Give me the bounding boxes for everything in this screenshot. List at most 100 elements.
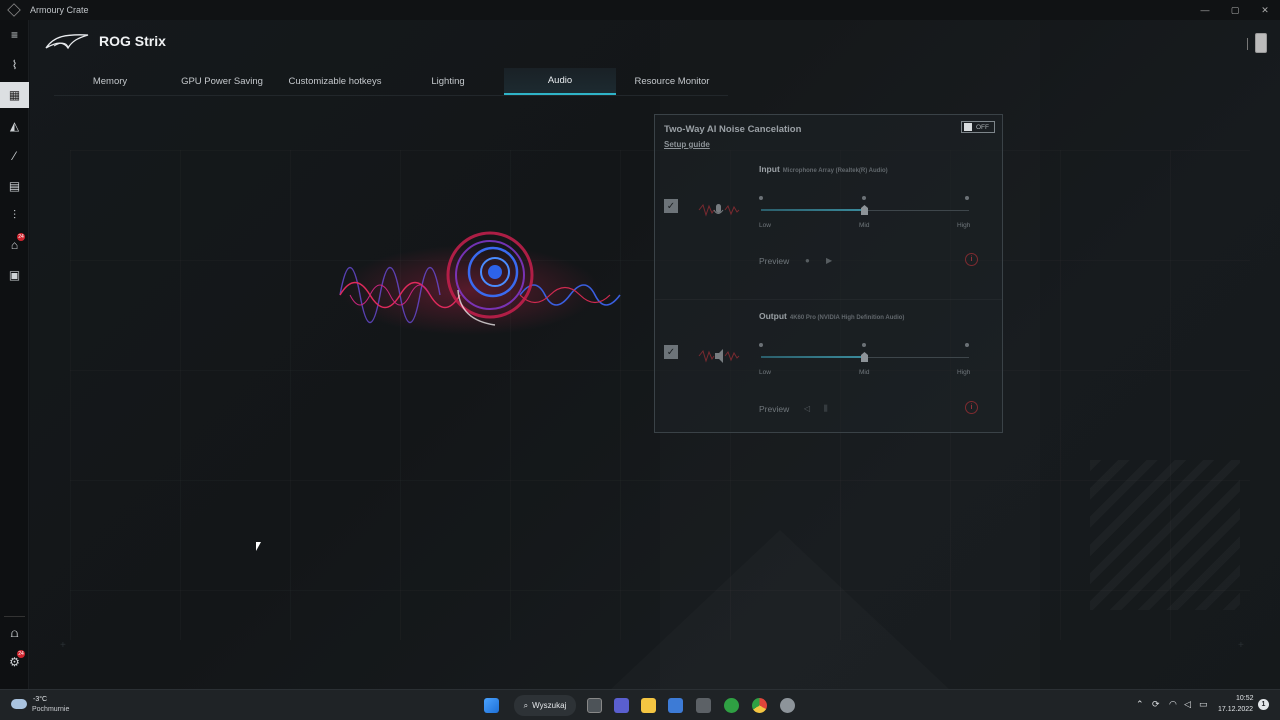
slider-label-low: Low bbox=[759, 369, 771, 376]
rog-logo-icon bbox=[45, 34, 89, 50]
app-name: ROG Strix bbox=[99, 33, 166, 49]
section-divider bbox=[655, 299, 1002, 300]
slider-tick-mid bbox=[862, 196, 866, 200]
slider-label-low: Low bbox=[759, 222, 771, 229]
output-label-row: Output 4K60 Pro (NVIDIA High Definition A… bbox=[759, 311, 904, 321]
search-label: Wyszukaj bbox=[532, 701, 567, 710]
weather-cloud-icon[interactable] bbox=[11, 699, 27, 709]
settings-taskbar-icon[interactable] bbox=[780, 698, 795, 713]
input-info-icon[interactable]: i bbox=[965, 253, 978, 266]
deals-tag-icon[interactable]: ⌂ 24 bbox=[0, 232, 29, 258]
maximize-button[interactable]: ▢ bbox=[1220, 0, 1250, 20]
wifi-icon[interactable]: ◠ bbox=[1169, 699, 1177, 710]
game-library-icon[interactable]: ▤ bbox=[0, 173, 29, 199]
output-label: Output bbox=[759, 311, 787, 321]
tab-memory[interactable]: Memory bbox=[54, 68, 166, 95]
sidebar-glyph: ≡ bbox=[10, 28, 18, 42]
volume-icon[interactable]: ◁ bbox=[1184, 699, 1191, 710]
input-checkbox[interactable]: ✓ bbox=[664, 199, 678, 213]
slider-label-mid: Mid bbox=[859, 222, 870, 229]
noise-cancelation-panel: Two-Way AI Noise Cancelation Setup guide… bbox=[654, 114, 1003, 433]
tab-resource-monitor[interactable]: Resource Monitor bbox=[616, 68, 728, 95]
xbox-icon[interactable] bbox=[724, 698, 739, 713]
settings-badge: 24 bbox=[17, 650, 25, 658]
slider-tick-low bbox=[759, 343, 763, 347]
armoury-crate-app-icon bbox=[7, 3, 21, 17]
slider-thumb[interactable] bbox=[861, 205, 868, 215]
tab-gpu-power-saving[interactable]: GPU Power Saving bbox=[166, 68, 278, 95]
sidebar-glyph: ⩍ bbox=[10, 625, 19, 640]
corner-mark: + bbox=[1238, 640, 1244, 651]
input-preview-play-icon[interactable]: ▶ bbox=[826, 256, 832, 265]
settings-gear-icon[interactable]: ⚙ 24 bbox=[0, 649, 29, 675]
corner-mark: + bbox=[60, 640, 66, 651]
tray-overflow-chevron-icon[interactable]: ⌃ bbox=[1136, 699, 1144, 710]
input-preview-mic-icon[interactable]: ● bbox=[805, 256, 810, 265]
window-controls: — ▢ ✕ bbox=[1190, 0, 1280, 20]
sidebar-glyph: ⌂ bbox=[10, 238, 19, 252]
background-triangle bbox=[610, 530, 950, 689]
battery-icon[interactable]: ▭ bbox=[1199, 699, 1208, 710]
sidebar: ≡ ⌇ ▦ ◭ ⁄ ▤ ⫶ ⌂ 24 ▣ ⩍ ⚙ 24 bbox=[0, 20, 29, 689]
rog-home-icon[interactable]: ⌇ bbox=[0, 52, 29, 78]
setup-guide-link[interactable]: Setup guide bbox=[664, 140, 710, 149]
output-level-slider[interactable]: Low Mid High bbox=[759, 343, 971, 383]
sidebar-divider bbox=[4, 616, 25, 617]
sidebar-glyph: ▣ bbox=[8, 268, 21, 282]
slider-thumb[interactable] bbox=[861, 352, 868, 362]
teams-chat-icon[interactable] bbox=[614, 698, 629, 713]
minimize-button[interactable]: — bbox=[1190, 0, 1220, 20]
sidebar-glyph: ⌇ bbox=[11, 58, 18, 72]
output-preview-label: Preview bbox=[759, 404, 790, 414]
sidebar-glyph: ⁄ bbox=[13, 149, 16, 163]
scenario-profiles-icon[interactable]: ⫶ bbox=[0, 202, 29, 228]
input-label-row: Input Microphone Array (Realtek(R) Audio) bbox=[759, 164, 888, 174]
chrome-icon[interactable] bbox=[752, 698, 767, 713]
output-checkbox[interactable]: ✓ bbox=[664, 345, 678, 359]
news-icon[interactable]: ▣ bbox=[0, 262, 29, 288]
aura-sync-icon[interactable]: ◭ bbox=[0, 113, 29, 139]
notification-badge[interactable]: 1 bbox=[1258, 699, 1269, 710]
panel-title: Two-Way AI Noise Cancelation bbox=[664, 124, 802, 135]
sidebar-glyph: ▤ bbox=[8, 179, 21, 193]
weather-temperature: -3°C bbox=[33, 696, 48, 703]
microsoft-store-icon[interactable] bbox=[668, 698, 683, 713]
armoury-crate-taskbar-icon[interactable] bbox=[696, 698, 711, 713]
background-stripes bbox=[1090, 460, 1240, 610]
output-info-icon[interactable]: i bbox=[965, 401, 978, 414]
task-view-icon[interactable] bbox=[587, 698, 602, 713]
device-phone-icon[interactable] bbox=[1255, 33, 1267, 53]
hamburger-menu-icon[interactable]: ≡ bbox=[0, 22, 29, 48]
slider-fill bbox=[761, 356, 865, 358]
output-preview-speaker-icon[interactable]: ◁ bbox=[804, 404, 810, 413]
noise-cancel-toggle[interactable]: OFF bbox=[961, 121, 995, 133]
output-device-name: 4K60 Pro (NVIDIA High Definition Audio) bbox=[789, 315, 905, 321]
windows-start-icon[interactable] bbox=[484, 698, 499, 713]
tab-audio[interactable]: Audio bbox=[504, 68, 616, 95]
slider-tick-high bbox=[965, 343, 969, 347]
tab-lighting[interactable]: Lighting bbox=[392, 68, 504, 95]
keyboard-device-icon[interactable]: ▦ bbox=[0, 82, 29, 108]
taskbar-search-button[interactable]: ⌕ Wyszukaj bbox=[514, 695, 576, 716]
input-device-name: Microphone Array (Realtek(R) Audio) bbox=[782, 168, 888, 174]
slider-label-high: High bbox=[957, 222, 971, 229]
file-explorer-icon[interactable] bbox=[641, 698, 656, 713]
slider-label-high: High bbox=[957, 369, 971, 376]
output-preview-stop-icon[interactable]: ⫼ bbox=[824, 404, 828, 414]
clock-date[interactable]: 17.12.2022 bbox=[1218, 706, 1253, 713]
user-center-icon[interactable]: ⩍ bbox=[0, 620, 29, 646]
input-level-slider[interactable]: Low Mid High bbox=[759, 196, 971, 236]
armoury-slash-icon[interactable]: ⁄ bbox=[0, 143, 29, 169]
sidebar-glyph: ◭ bbox=[9, 119, 20, 133]
windows-taskbar: -3°C Pochmurnie ⌕ Wyszukaj ⌃ ⟳ ◠ ◁ ▭ 10:… bbox=[0, 689, 1280, 720]
tray-sync-icon[interactable]: ⟳ bbox=[1152, 699, 1160, 710]
clock-time[interactable]: 10:52 bbox=[1236, 695, 1254, 702]
close-button[interactable]: ✕ bbox=[1250, 0, 1280, 20]
deals-badge: 24 bbox=[17, 233, 25, 241]
search-icon: ⌕ bbox=[523, 700, 529, 710]
tab-customizable-hotkeys[interactable]: Customizable hotkeys bbox=[278, 68, 392, 95]
toggle-label: OFF bbox=[976, 123, 989, 131]
slider-fill bbox=[761, 209, 865, 211]
speaker-wave-icon bbox=[698, 349, 740, 363]
sidebar-glyph: ▦ bbox=[8, 88, 21, 102]
